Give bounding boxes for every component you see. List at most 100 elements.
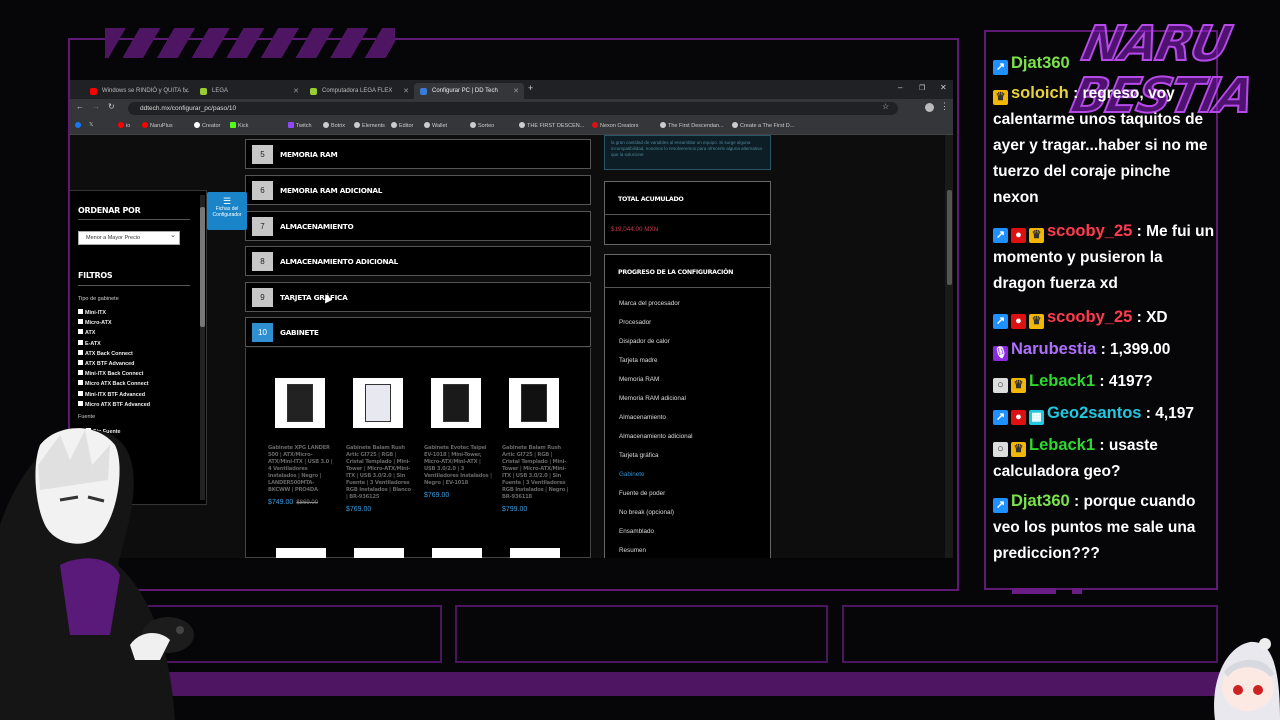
- step-almacenamiento[interactable]: 7 ALMACENAMIENTO: [245, 211, 591, 241]
- fichas-configurador-button[interactable]: ☰ Fichas del Configurador: [207, 192, 247, 230]
- checkbox-box[interactable]: [78, 319, 83, 325]
- product-name[interactable]: Gabinete XPG LANDER 500 | ATX/Micro-ATX/…: [268, 445, 336, 494]
- product-name[interactable]: Gabinete Balam Rush Artic GI725 | RGB | …: [502, 445, 570, 501]
- product-image[interactable]: [353, 378, 403, 428]
- bookmark-item[interactable]: Editor: [391, 122, 413, 129]
- chat-username[interactable]: scooby_25: [1047, 222, 1132, 240]
- bookmark-item[interactable]: Wallet: [424, 122, 447, 129]
- product-image[interactable]: [431, 378, 481, 428]
- browser-tab-active[interactable]: Configurar PC | DD Tech ✕: [414, 83, 524, 99]
- checkbox-micro-atx-back-connect[interactable]: Micro ATX Back Connect: [78, 380, 149, 387]
- close-icon[interactable]: ✕: [403, 87, 409, 95]
- scrollbar-thumb[interactable]: [200, 207, 205, 327]
- checkbox-atx[interactable]: ATX: [78, 329, 95, 336]
- browser-tab[interactable]: Windows se RINDIÓ y QUITA f... ✕: [84, 83, 194, 99]
- progress-item[interactable]: Ensamblado: [619, 528, 654, 535]
- minimize-icon[interactable]: –: [898, 83, 902, 92]
- bookmark-item[interactable]: Twitch: [288, 122, 312, 129]
- checkbox-atx-back-connect[interactable]: ATX Back Connect: [78, 349, 133, 357]
- checkbox-box[interactable]: [78, 349, 83, 355]
- step-memoria-ram-adicional[interactable]: 6 MEMORIA RAM ADICIONAL: [245, 175, 591, 205]
- chat-username[interactable]: Geo2santos: [1047, 404, 1141, 422]
- progress-item[interactable]: Almacenamiento: [619, 414, 666, 421]
- progress-item[interactable]: Disipador de calor: [619, 338, 670, 345]
- forward-icon[interactable]: →: [92, 102, 100, 111]
- product-name[interactable]: Gabinete Evotec Taipei EV-1018 | Mini-To…: [424, 445, 492, 487]
- progress-item[interactable]: Almacenamiento adicional: [619, 433, 693, 440]
- product-card[interactable]: Gabinete XPG LANDER 500 | ATX/Micro-ATX/…: [268, 378, 336, 506]
- step-memoria-ram[interactable]: 5 MEMORIA RAM: [245, 139, 591, 169]
- close-icon[interactable]: ✕: [513, 87, 519, 95]
- bookmark-star-icon[interactable]: ☆: [882, 102, 889, 111]
- product-name[interactable]: Gabinete Balam Rush Artic GI725 | RGB | …: [346, 445, 414, 501]
- bookmark-item[interactable]: Nexon Creators: [592, 122, 639, 129]
- bookmark-item[interactable]: io: [118, 122, 130, 129]
- checkbox-mini-itx-btf-advanced[interactable]: Mini-ITX BTF Advanced: [78, 390, 145, 398]
- browser-tab[interactable]: LEGA ✕: [194, 83, 304, 99]
- bookmark-item[interactable]: THE FIRST DESCEN...: [519, 122, 584, 129]
- page-scrollbar[interactable]: [945, 135, 953, 558]
- bookmark-item[interactable]: Kick: [230, 122, 248, 129]
- chat-username[interactable]: Leback1: [1029, 436, 1095, 454]
- progress-item[interactable]: Gabinete: [619, 471, 645, 478]
- progress-item[interactable]: Tarjeta gráfica: [619, 452, 659, 459]
- back-icon[interactable]: ←: [76, 102, 84, 111]
- product-card[interactable]: Gabinete Balam Rush Artic GI725 | RGB | …: [346, 378, 414, 513]
- chat-username[interactable]: Djat360: [1011, 54, 1070, 72]
- bookmark-item[interactable]: Elements: [354, 122, 385, 129]
- progress-item[interactable]: Memoria RAM: [619, 376, 659, 383]
- reload-icon[interactable]: ↻: [108, 102, 115, 111]
- progress-item[interactable]: Marca del procesador: [619, 300, 680, 307]
- checkbox-box[interactable]: [78, 390, 83, 396]
- close-icon[interactable]: ✕: [183, 87, 189, 95]
- profile-avatar[interactable]: [925, 103, 934, 112]
- chat-username[interactable]: scooby_25: [1047, 308, 1132, 326]
- product-card[interactable]: Gabinete Evotec Taipei EV-1018 | Mini-To…: [424, 378, 492, 499]
- step-gabinete[interactable]: 10 GABINETE: [245, 317, 591, 347]
- close-icon[interactable]: ✕: [293, 87, 299, 95]
- checkbox-box[interactable]: [78, 339, 83, 345]
- bookmark-x[interactable]: 𝕏: [89, 122, 93, 128]
- product-image[interactable]: [275, 378, 325, 428]
- bookmark-item[interactable]: Botrix: [323, 122, 345, 129]
- restore-icon[interactable]: ❐: [919, 84, 925, 92]
- chat-username[interactable]: soloich: [1011, 84, 1069, 102]
- progress-item[interactable]: Resumen: [619, 547, 646, 554]
- bookmark-item[interactable]: Sorteo: [470, 122, 494, 129]
- checkbox-mini-itx-back-connect[interactable]: Mini-ITX Back Connect: [78, 370, 143, 377]
- product-image-partial[interactable]: [354, 548, 404, 558]
- product-card[interactable]: Gabinete Balam Rush Artic GI725 | RGB | …: [502, 378, 570, 513]
- checkbox-box[interactable]: [78, 380, 83, 386]
- browser-tab[interactable]: Computadora LEGA FLEX ✕: [304, 83, 414, 99]
- step-tarjeta-grafica[interactable]: 9 TARJETA GRÁFICA: [245, 282, 591, 312]
- product-image[interactable]: [509, 378, 559, 428]
- checkbox-box[interactable]: [78, 329, 83, 335]
- product-image-partial[interactable]: [432, 548, 482, 558]
- progress-item[interactable]: Fuente de poder: [619, 490, 665, 497]
- new-tab-icon[interactable]: +: [528, 83, 533, 93]
- bookmark-item[interactable]: The First Descendan...: [660, 122, 724, 129]
- checkbox-atx-btf-advanced[interactable]: ATX BTF Advanced: [78, 360, 134, 367]
- step-almacenamiento-adicional[interactable]: 8 ALMACENAMIENTO ADICIONAL: [245, 246, 591, 276]
- menu-icon[interactable]: ⋮: [940, 101, 949, 112]
- checkbox-box[interactable]: [78, 370, 83, 376]
- chat-username[interactable]: Djat360: [1011, 492, 1070, 510]
- checkbox-box[interactable]: [78, 309, 83, 314]
- product-image-partial[interactable]: [510, 548, 560, 558]
- close-window-icon[interactable]: ✕: [940, 83, 947, 92]
- url-input[interactable]: ddtech.mx/configurar_pc/paso/10: [128, 102, 898, 115]
- checkbox-mini-itx[interactable]: Mini-ITX: [78, 309, 106, 316]
- checkbox-micro-atx[interactable]: Micro-ATX: [78, 319, 112, 326]
- order-select[interactable]: Menor a Mayor Precio: [78, 231, 180, 245]
- checkbox-e-atx[interactable]: E-ATX: [78, 339, 101, 347]
- chat-username[interactable]: Narubestia: [1011, 340, 1096, 358]
- progress-item[interactable]: Procesador: [619, 319, 651, 326]
- product-image-partial[interactable]: [276, 548, 326, 558]
- bookmark-item[interactable]: NaruPlus: [142, 122, 173, 129]
- progress-item[interactable]: Memoria RAM adicional: [619, 395, 686, 402]
- bookmark-item[interactable]: Create a The First D...: [732, 122, 794, 129]
- checkbox-box[interactable]: [78, 360, 83, 365]
- progress-item[interactable]: Tarjeta madre: [619, 357, 658, 364]
- bookmark-item[interactable]: Creator: [194, 122, 220, 129]
- progress-item[interactable]: No break (opcional): [619, 509, 674, 516]
